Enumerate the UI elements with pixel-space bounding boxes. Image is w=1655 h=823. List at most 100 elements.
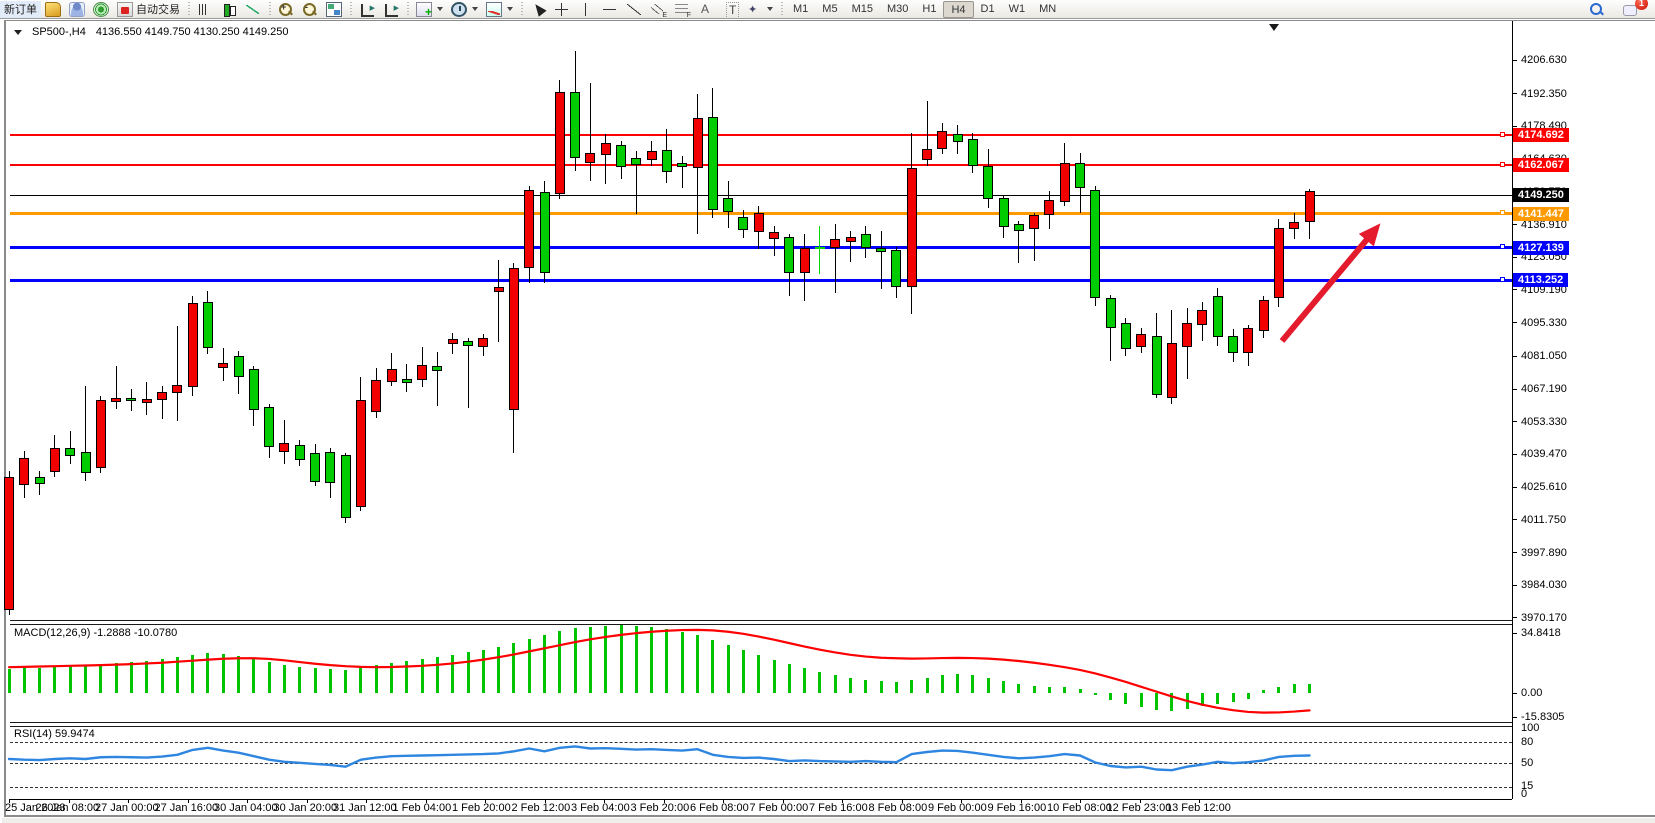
- macd-histogram-bar: [574, 628, 577, 693]
- macd-histogram-bar: [696, 635, 699, 693]
- candle-wick: [437, 352, 438, 406]
- macd-indicator-label: MACD(12,26,9) -1.2888 -10.0780: [14, 627, 177, 639]
- price-tick: [1512, 487, 1517, 488]
- macd-histogram-bar: [1094, 693, 1097, 695]
- macd-histogram-bar: [1048, 687, 1051, 693]
- one-click-trading-toggle-icon[interactable]: [14, 30, 22, 35]
- doji-candle: [815, 247, 825, 249]
- bull-candle: [769, 232, 779, 239]
- chart-shift-marker-icon[interactable]: [1269, 24, 1279, 31]
- price-level-handle[interactable]: [1500, 277, 1505, 282]
- macd-histogram-bar: [1186, 693, 1189, 709]
- macd-histogram-bar: [268, 662, 271, 693]
- macd-histogram-bar: [788, 664, 791, 693]
- price-level-handle[interactable]: [1500, 132, 1505, 137]
- macd-histogram-bar: [1262, 690, 1265, 693]
- price-level-line[interactable]: [10, 279, 1512, 282]
- bear-candle: [570, 92, 580, 159]
- macd-histogram-bar: [1216, 693, 1219, 704]
- price-level-line[interactable]: [10, 246, 1512, 249]
- macd-histogram-bar: [1124, 693, 1127, 704]
- bull-candle: [50, 448, 60, 472]
- bull-candle: [448, 339, 458, 344]
- trend-arrow-annotation[interactable]: [1282, 237, 1369, 341]
- bull-candle: [754, 213, 764, 232]
- rsi-dashed-level: [10, 787, 1512, 788]
- macd-histogram-bar: [375, 665, 378, 693]
- bear-candle: [723, 198, 733, 212]
- candle-wick: [605, 134, 606, 184]
- macd-histogram-bar: [1277, 687, 1280, 693]
- bear-candle: [249, 369, 259, 410]
- macd-histogram-bar: [467, 652, 470, 693]
- bull-candle: [417, 365, 427, 380]
- rsi-axis-label: 100: [1521, 722, 1539, 734]
- macd-histogram-bar: [1140, 693, 1143, 707]
- bull-candle: [509, 268, 519, 410]
- bull-candle: [1243, 328, 1253, 353]
- price-level-handle[interactable]: [1500, 210, 1505, 215]
- candle-wick: [406, 364, 407, 392]
- bear-candle: [341, 455, 351, 518]
- rsi-axis-label: 80: [1521, 736, 1533, 748]
- bear-candle: [953, 134, 963, 142]
- panel-divider-macd-rsi[interactable]: [10, 722, 1512, 723]
- chart-title: SP500-,H4 4136.550 4149.750 4130.250 414…: [14, 26, 289, 38]
- bear-candle: [677, 163, 687, 167]
- panel-divider-macd-rsi[interactable]: [10, 726, 1512, 727]
- time-label: 26 Jan 08:00: [36, 802, 100, 814]
- macd-histogram-bar: [895, 682, 898, 693]
- bear-candle: [65, 448, 75, 456]
- time-label: 1 Feb 20:00: [452, 802, 511, 814]
- bull-candle: [1060, 163, 1070, 202]
- macd-histogram-bar: [99, 664, 102, 693]
- macd-histogram-bar: [558, 631, 561, 693]
- panel-divider-main-macd[interactable]: [10, 620, 1512, 621]
- candle-wick: [850, 231, 851, 262]
- price-tick: [1512, 224, 1517, 225]
- macd-histogram-bar: [987, 678, 990, 693]
- macd-histogram-bar: [971, 675, 974, 693]
- macd-histogram-bar: [237, 656, 240, 693]
- macd-histogram-bar: [512, 643, 515, 693]
- candle-wick: [590, 83, 591, 181]
- chart-overlays: [2, 1, 1655, 823]
- macd-histogram-bar: [681, 632, 684, 693]
- bear-candle: [708, 117, 718, 210]
- bear-candle: [1213, 296, 1223, 337]
- price-level-line[interactable]: [10, 134, 1512, 136]
- bull-candle: [922, 149, 932, 160]
- price-level-handle[interactable]: [1500, 162, 1505, 167]
- bull-candle: [555, 92, 565, 194]
- candle-wick: [881, 231, 882, 289]
- price-level-line[interactable]: [10, 164, 1512, 166]
- macd-histogram-bar: [1002, 681, 1005, 693]
- bull-candle: [19, 458, 29, 485]
- macd-histogram-bar: [635, 626, 638, 693]
- macd-histogram-bar: [620, 625, 623, 693]
- macd-histogram-bar: [497, 647, 500, 693]
- macd-histogram-bar: [298, 667, 301, 693]
- macd-histogram-bar: [130, 662, 133, 693]
- bear-candle: [1090, 190, 1100, 298]
- macd-histogram-bar: [390, 663, 393, 693]
- bull-candle: [601, 143, 611, 155]
- candle-wick: [177, 326, 178, 421]
- price-level-handle[interactable]: [1500, 244, 1505, 249]
- macd-histogram-bar: [834, 675, 837, 693]
- bull-candle: [800, 248, 810, 273]
- bull-candle: [356, 400, 366, 507]
- macd-histogram-bar: [436, 657, 439, 693]
- candle-wick: [819, 226, 820, 274]
- price-tick: [1512, 257, 1517, 258]
- bull-candle: [693, 118, 703, 168]
- price-level-line[interactable]: [10, 195, 1512, 196]
- bull-candle: [1274, 228, 1284, 298]
- macd-axis-label: 34.8418: [1521, 627, 1561, 639]
- price-tick: [1512, 552, 1517, 553]
- time-label: 3 Feb 20:00: [631, 802, 690, 814]
- macd-histogram-bar: [727, 645, 730, 693]
- bear-candle: [325, 452, 335, 484]
- panel-divider-main-macd[interactable]: [10, 624, 1512, 625]
- time-label: 10 Feb 08:00: [1047, 802, 1112, 814]
